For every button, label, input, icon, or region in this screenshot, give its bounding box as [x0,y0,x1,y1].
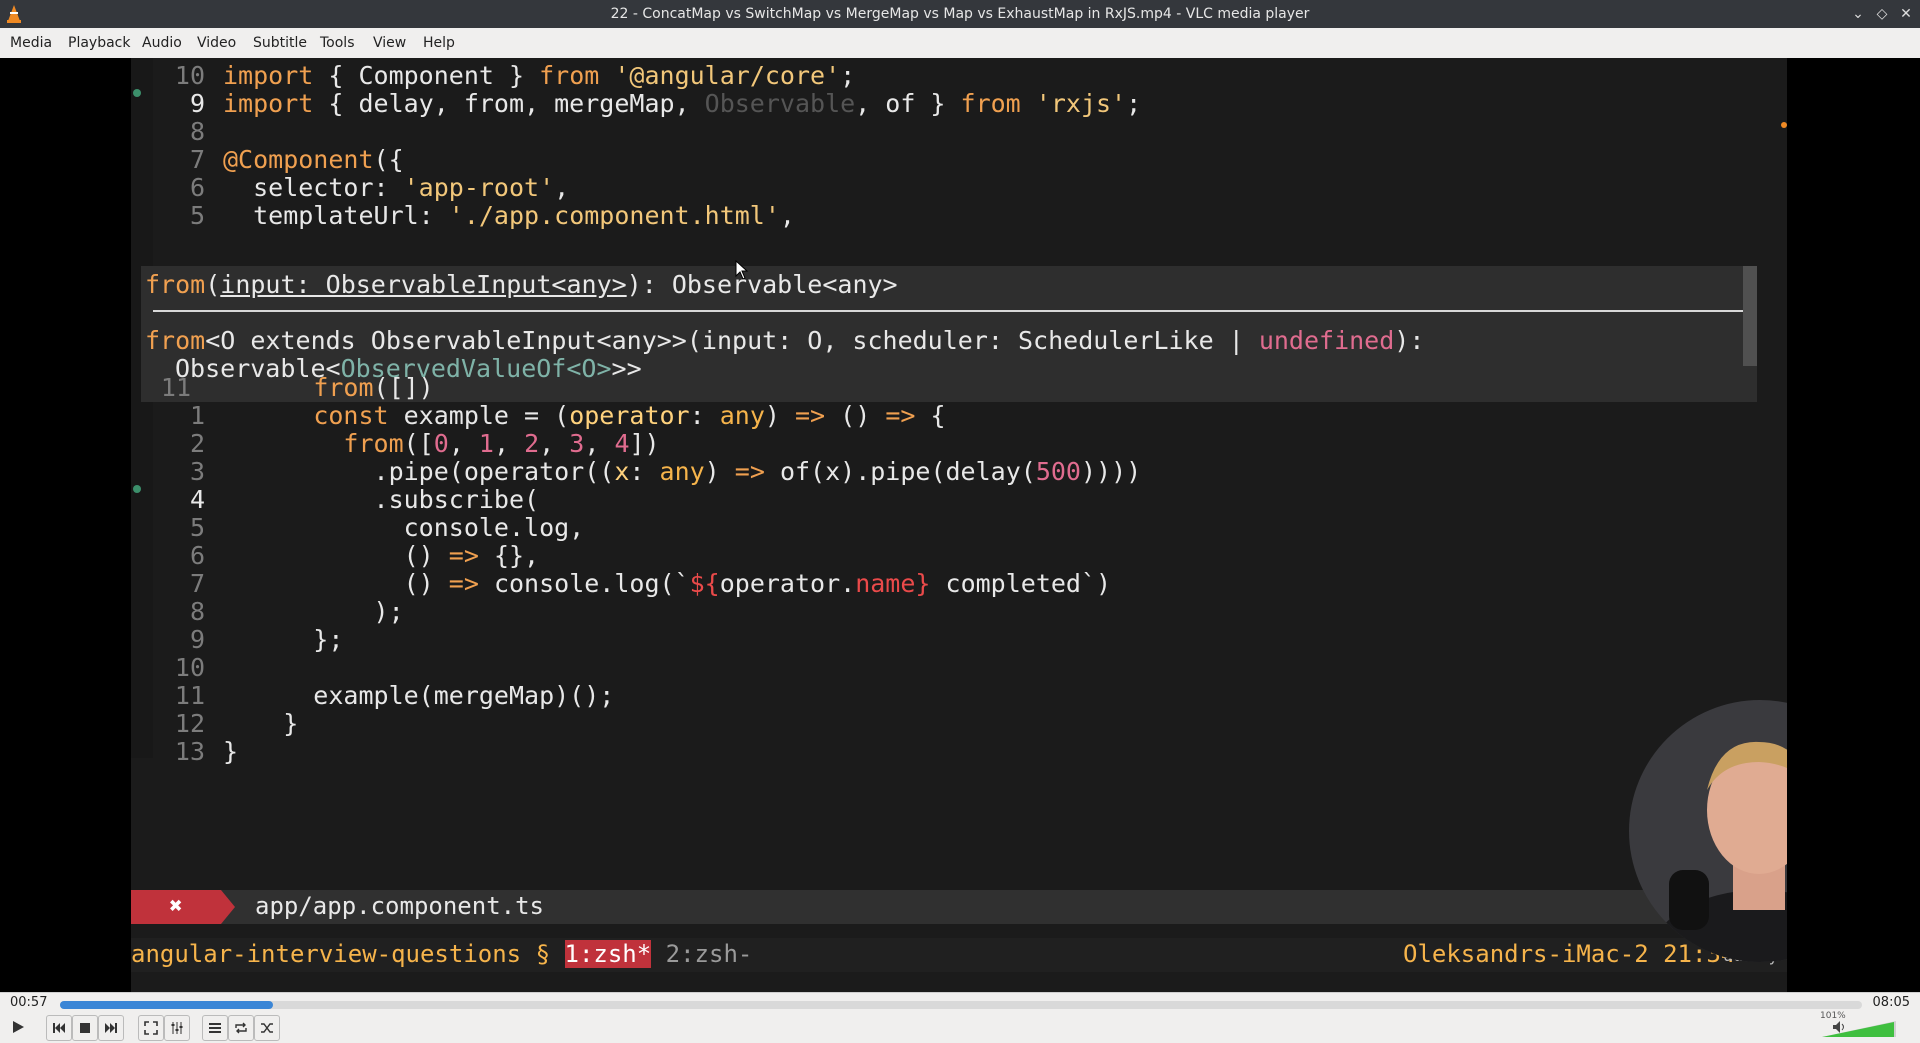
code-line: } [223,737,239,766]
line-number: 6 [189,173,205,202]
line-number: 6 [189,541,205,570]
tmux-host-time: Oleksandrs-iMac-2 21:34 [1403,940,1736,968]
code-line: console.log, [223,513,585,542]
menu-view[interactable]: View [373,35,406,51]
loop-button[interactable] [228,1015,254,1041]
previous-button[interactable] [46,1015,72,1041]
extended-settings-button[interactable] [164,1015,190,1041]
seek-progress [60,1001,273,1009]
line-number: 8 [189,597,205,626]
code-line: ); [223,597,404,626]
menu-playback[interactable]: Playback [68,35,130,51]
signature-line-2: from<O extends ObservableInput<any>>(inp… [145,326,1425,355]
shuffle-button[interactable] [254,1015,280,1041]
line-number: 5 [189,513,205,542]
popup-separator [153,310,1753,312]
code-line: }; [223,625,344,654]
tmux-window-2: 2:zsh- [651,940,753,968]
line-number: 10 [174,653,205,682]
line-number: 7 [189,569,205,598]
status-filename: app/app.component.ts [255,892,544,920]
line-number: 1 [189,401,205,430]
code-line: .pipe(operator((x: any) => of(x).pipe(de… [223,457,1142,486]
line-number: 2 [189,429,205,458]
code-line: } [223,709,299,738]
code-line: import { delay, from, mergeMap, Observab… [223,89,1142,118]
seek-bar[interactable] [60,1001,1862,1009]
menu-help[interactable]: Help [423,35,455,51]
code-line: import { Component } from '@angular/core… [223,61,856,90]
signature-line-1: from(input: ObservableInput<any>): Obser… [145,270,898,299]
git-change-dot [133,89,141,97]
line-number: 7 [189,145,205,174]
fullscreen-button[interactable] [138,1015,164,1041]
play-button[interactable] [6,1015,30,1039]
editor-status-line: ✖ app/app.component.ts t] [131,890,1787,924]
line-number: 9 [189,625,205,654]
code-line: const example = (operator: any) => () =>… [313,401,946,430]
git-change-dot [133,485,141,493]
volume-slider[interactable]: 101% [1820,1011,1900,1039]
next-button[interactable] [98,1015,124,1041]
video-frame: 10 import { Component } from '@angular/c… [131,58,1787,992]
line-number: 11 [174,681,205,710]
line-number: 4 [189,485,205,514]
title-bar: 22 - ConcatMap vs SwitchMap vs MergeMap … [0,0,1920,28]
code-line: from([0, 1, 2, 3, 4]) [343,429,660,458]
popup-scrollbar[interactable] [1743,266,1757,366]
code-line: templateUrl: './app.component.html', [223,201,795,230]
code-line: @Component({ [223,145,404,174]
window-title: 22 - ConcatMap vs SwitchMap vs MergeMap … [610,6,1310,22]
line-number: 13 [174,737,205,766]
code-line: .subscribe( [223,485,540,514]
line-number: 11 [160,373,191,402]
line-number: 3 [189,457,205,486]
line-number: 10 [174,61,205,90]
status-arrow [221,890,235,924]
elapsed-time: 00:57 [10,995,48,1010]
code-line: from([]) [313,373,434,402]
line-number: 9 [189,89,205,118]
menu-media[interactable]: Media [10,35,52,51]
code-line: selector: 'app-root', [223,173,570,202]
menu-audio[interactable]: Audio [142,35,182,51]
menu-subtitle[interactable]: Subtitle [253,35,307,51]
video-area[interactable]: 10 import { Component } from '@angular/c… [0,58,1920,992]
close-icon[interactable]: ✕ [1896,4,1916,24]
minimize-icon[interactable]: ⌄ [1848,4,1868,24]
playlist-button[interactable] [202,1015,228,1041]
code-line: example(mergeMap)(); [223,681,615,710]
line-number: 5 [189,201,205,230]
player-controls: 00:57 08:05 101% [0,992,1920,1043]
line-number: 8 [189,117,205,146]
menu-tools[interactable]: Tools [320,35,355,51]
tmux-window-1: 1:zsh* [564,940,652,968]
code-line: () => console.log(`${operator.name} comp… [223,569,1112,598]
recording-dot [1781,122,1787,128]
tmux-session: angular-interview-questions § 1:zsh* 2:z… [131,940,753,968]
tmux-status-bar: angular-interview-questions § 1:zsh* 2:z… [131,938,1787,972]
error-mark: ✖ [131,890,221,924]
total-time: 08:05 [1872,995,1910,1010]
line-number: 12 [174,709,205,738]
maximize-icon[interactable]: ◇ [1872,4,1892,24]
menu-bar: Media Playback Audio Video Subtitle Tool… [0,28,1920,59]
stop-button[interactable] [72,1015,98,1041]
code-line: () => {}, [223,541,540,570]
menu-video[interactable]: Video [197,35,236,51]
